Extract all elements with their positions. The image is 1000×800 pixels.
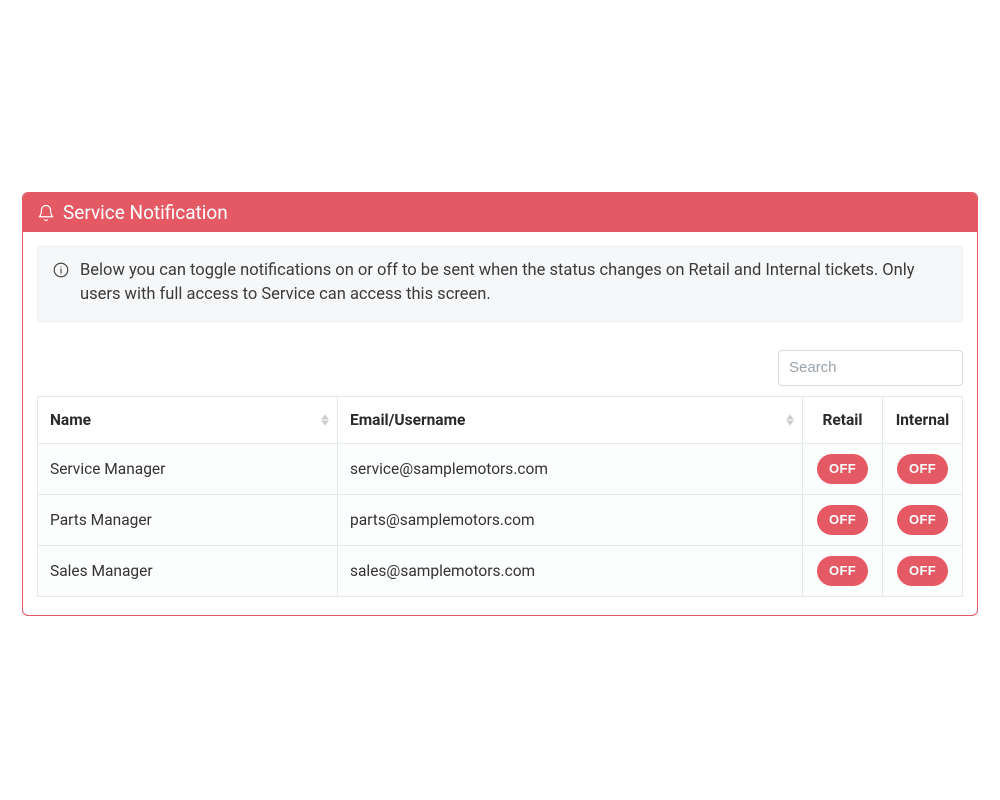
cell-internal: OFF (883, 545, 963, 596)
panel-title: Service Notification (63, 201, 228, 224)
info-text: Below you can toggle notifications on or… (80, 259, 948, 307)
table-row: Sales Manager sales@samplemotors.com OFF… (38, 545, 963, 596)
table-header-row: Name Email/Username Retail Internal (38, 396, 963, 443)
search-row (37, 350, 963, 386)
retail-toggle[interactable]: OFF (817, 505, 868, 535)
col-header-retail: Retail (803, 396, 883, 443)
col-header-email[interactable]: Email/Username (338, 396, 803, 443)
cell-retail: OFF (803, 443, 883, 494)
cell-retail: OFF (803, 494, 883, 545)
col-header-email-label: Email/Username (350, 411, 465, 429)
retail-toggle[interactable]: OFF (817, 454, 868, 484)
table-row: Service Manager service@samplemotors.com… (38, 443, 963, 494)
search-input[interactable] (778, 350, 963, 386)
cell-internal: OFF (883, 494, 963, 545)
internal-toggle[interactable]: OFF (897, 454, 948, 484)
col-header-internal-label: Internal (896, 411, 950, 429)
service-notification-panel: Service Notification Below you can toggl… (22, 192, 978, 616)
notification-table: Name Email/Username Retail Internal (37, 396, 963, 597)
cell-internal: OFF (883, 443, 963, 494)
panel-header: Service Notification (23, 193, 977, 232)
cell-name: Parts Manager (38, 494, 338, 545)
retail-toggle[interactable]: OFF (817, 556, 868, 586)
sort-icon (321, 414, 329, 425)
col-header-name[interactable]: Name (38, 396, 338, 443)
cell-name: Sales Manager (38, 545, 338, 596)
cell-email: sales@samplemotors.com (338, 545, 803, 596)
cell-email: service@samplemotors.com (338, 443, 803, 494)
cell-retail: OFF (803, 545, 883, 596)
cell-name: Service Manager (38, 443, 338, 494)
bell-icon (37, 204, 55, 222)
internal-toggle[interactable]: OFF (897, 556, 948, 586)
panel-body: Below you can toggle notifications on or… (23, 232, 977, 615)
sort-icon (786, 414, 794, 425)
col-header-retail-label: Retail (822, 411, 862, 429)
cell-email: parts@samplemotors.com (338, 494, 803, 545)
col-header-name-label: Name (50, 411, 91, 429)
table-row: Parts Manager parts@samplemotors.com OFF… (38, 494, 963, 545)
col-header-internal: Internal (883, 396, 963, 443)
internal-toggle[interactable]: OFF (897, 505, 948, 535)
info-icon (52, 261, 70, 287)
info-box: Below you can toggle notifications on or… (37, 246, 963, 322)
